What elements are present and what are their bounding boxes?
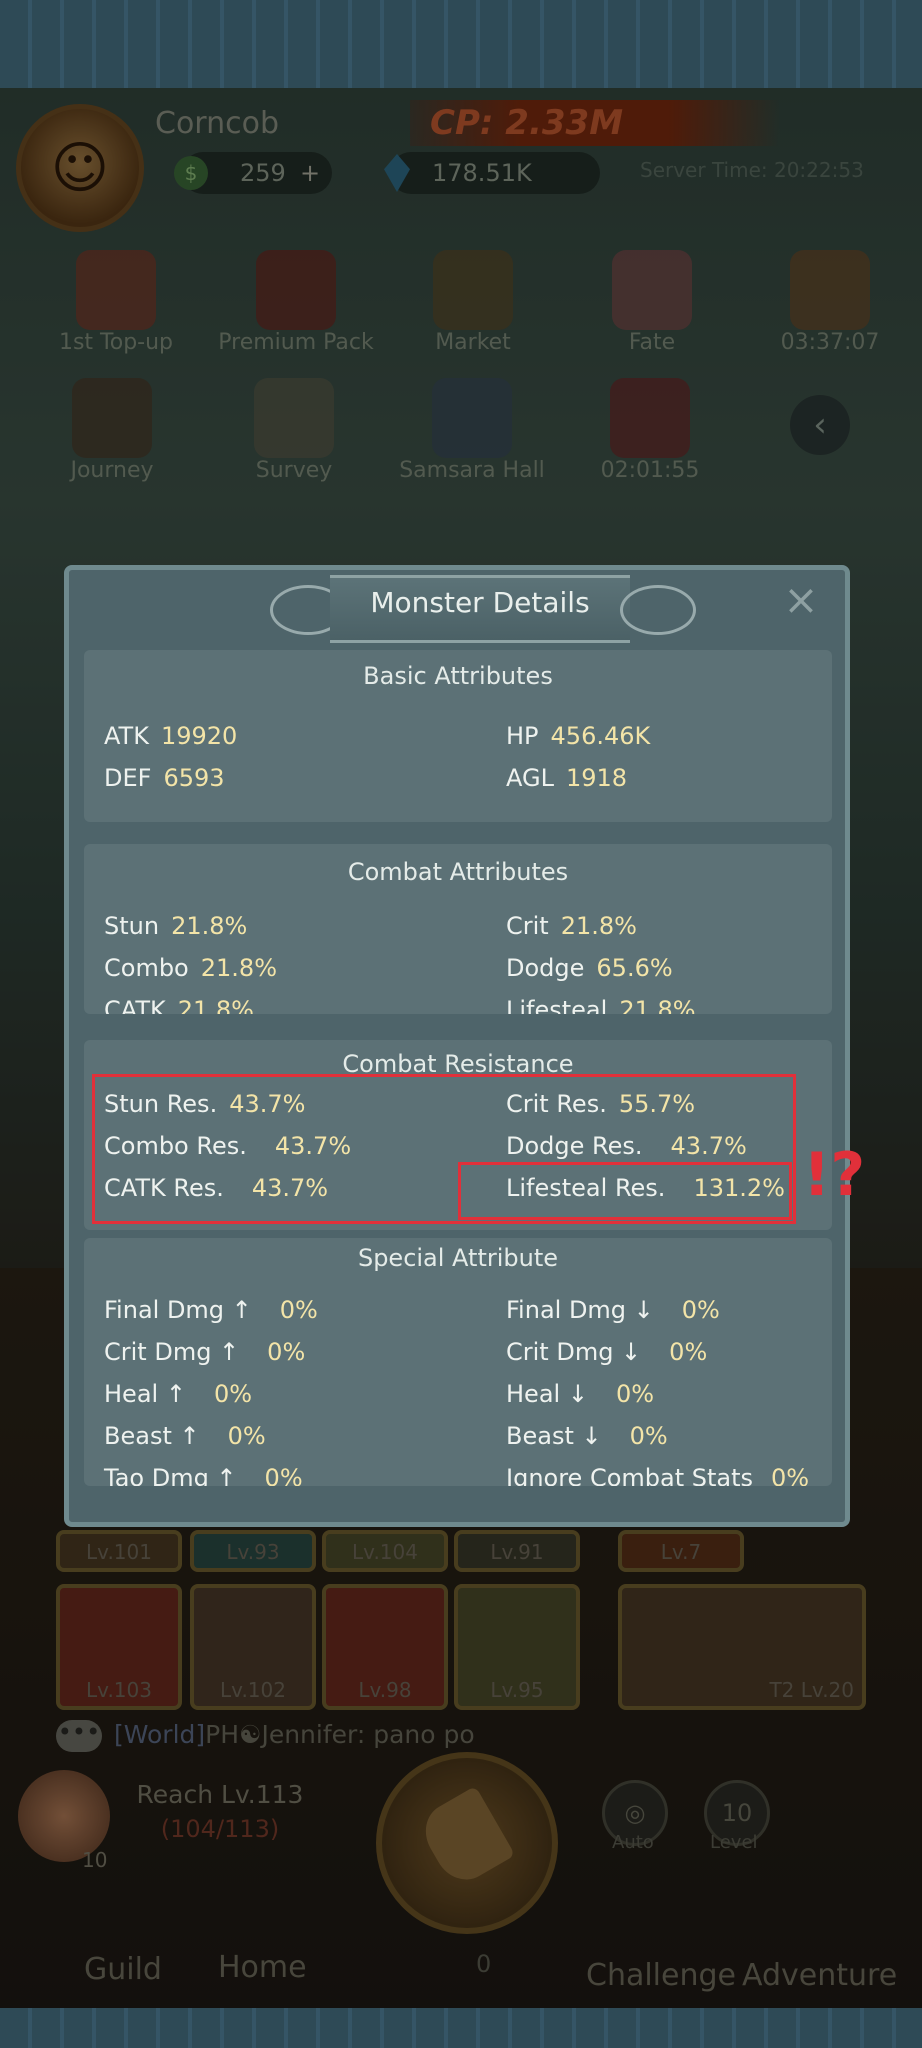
stat-value: 456.46K — [550, 722, 651, 750]
annotation-mark: !? — [803, 1140, 866, 1210]
stat-label: Combo — [104, 954, 189, 982]
stat-label: Tao Dmg ↑ — [104, 1464, 237, 1486]
stat-value: 0% — [669, 1338, 708, 1366]
stat-final-dmg-down: Final Dmg ↓ 0% — [506, 1296, 720, 1324]
stat-heal-up: Heal ↑ 0% — [104, 1380, 252, 1408]
stat-label: HP — [506, 722, 539, 750]
stat-value: 6593 — [163, 764, 225, 792]
stat-value: 1918 — [565, 764, 628, 792]
stat-label: Stun — [104, 912, 160, 940]
stat-label: Crit Dmg ↑ — [104, 1338, 240, 1366]
stat-label: AGL — [506, 764, 554, 792]
stat-def: DEF 6593 — [104, 764, 225, 792]
section-header: Special Attribute — [357, 1244, 559, 1272]
stat-value: 21.8% — [560, 912, 637, 940]
stat-label: DEF — [104, 764, 152, 792]
stat-label: Crit Dmg ↓ — [506, 1338, 642, 1366]
stat-value: 21.8% — [177, 996, 254, 1014]
stat-atk: ATK 19920 — [104, 722, 237, 750]
stat-value: 0% — [267, 1338, 306, 1366]
stat-value: 21.8% — [200, 954, 277, 982]
basic-attributes-section: Basic Attributes ATK 19920 HP 456.46K DEF 6… — [84, 650, 832, 822]
stat-hp: HP 456.46K — [506, 722, 650, 750]
bottom-decor-band — [0, 2008, 922, 2048]
stat-stun: Stun 21.8% — [104, 912, 247, 940]
stat-label: Heal ↓ — [506, 1380, 588, 1408]
stat-catk: CATK 21.8% — [104, 996, 254, 1014]
stat-value: 21.8% — [171, 912, 248, 940]
stat-value: 0% — [615, 1380, 655, 1408]
stat-value: 0% — [279, 1296, 318, 1324]
stat-combo: Combo 21.8% — [104, 954, 277, 982]
stat-crit-dmg-up: Crit Dmg ↑ 0% — [104, 1338, 305, 1366]
stat-value: 0% — [213, 1380, 253, 1408]
stat-crit-dmg-down: Crit Dmg ↓ 0% — [506, 1338, 707, 1366]
stat-beast-down: Beast ↓ 0% — [506, 1422, 668, 1450]
top-decor-band — [0, 0, 922, 88]
stat-value: 0% — [264, 1464, 303, 1486]
close-icon[interactable]: × — [776, 575, 826, 625]
stat-label: Dodge — [506, 954, 585, 982]
section-header: Combat Attributes — [347, 858, 569, 886]
stat-label: CATK — [104, 996, 166, 1014]
stat-final-dmg-up: Final Dmg ↑ 0% — [104, 1296, 318, 1324]
stat-value: 0% — [629, 1422, 668, 1450]
stat-tao-dmg-up: Tao Dmg ↑ 0% — [104, 1464, 303, 1486]
section-header: Basic Attributes — [363, 662, 553, 690]
combat-attributes-section[interactable]: Combat Attributes Stun 21.8% Crit 21.8% Co… — [84, 844, 832, 1014]
modal-title: Monster Details — [370, 586, 590, 619]
stat-value: 65.6% — [596, 954, 673, 982]
stat-lifesteal: Lifesteal 21.8% — [506, 996, 696, 1014]
stat-label: Final Dmg ↑ — [104, 1296, 252, 1324]
stat-crit: Crit 21.8% — [506, 912, 637, 940]
stat-value: 19920 — [160, 722, 238, 750]
stat-ignore-combat: Ignore Combat Stats 0% — [506, 1464, 809, 1486]
stat-label: Ignore Combat Stats — [506, 1464, 754, 1486]
lifesteal-res-highlight-box — [458, 1162, 792, 1220]
stat-value: 0% — [681, 1296, 720, 1324]
stat-label: Heal ↑ — [104, 1380, 186, 1408]
stat-label: Lifesteal — [506, 996, 608, 1014]
stat-label: Crit — [506, 912, 549, 940]
stat-label: Beast ↑ — [104, 1422, 200, 1450]
stat-label: Beast ↓ — [506, 1422, 602, 1450]
stat-label: ATK — [104, 722, 149, 750]
stat-value: 0% — [227, 1422, 266, 1450]
stat-heal-down: Heal ↓ 0% — [506, 1380, 654, 1408]
stat-agl: AGL 1918 — [506, 764, 627, 792]
stat-beast-up: Beast ↑ 0% — [104, 1422, 266, 1450]
stat-dodge: Dodge 65.6% — [506, 954, 673, 982]
special-attribute-section[interactable]: Special Attribute Final Dmg ↑ 0% Final Dm… — [84, 1238, 832, 1486]
stat-label: Final Dmg ↓ — [506, 1296, 654, 1324]
stat-value: 0% — [771, 1464, 810, 1486]
stat-value: 21.8% — [619, 996, 696, 1014]
